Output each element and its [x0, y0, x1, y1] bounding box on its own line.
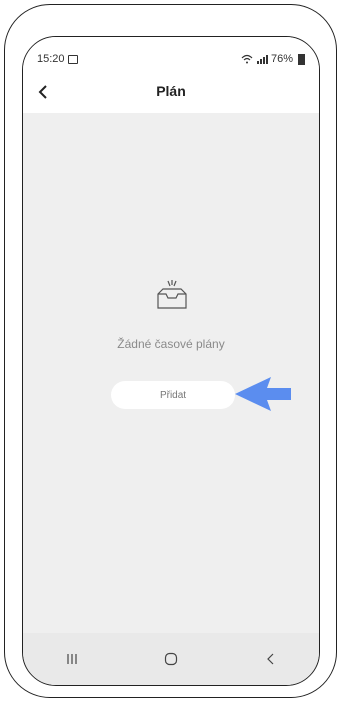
signal-icon [256, 55, 268, 64]
main-content: Žádné časové plány Přidat [23, 113, 319, 633]
empty-state-text: Žádné časové plány [117, 337, 225, 351]
inbox-icon [157, 280, 187, 309]
arrow-left-icon [235, 377, 291, 411]
phone-screen: 15:20 76% Plán Žádné časové plány Přidat [22, 36, 320, 686]
back-icon [266, 653, 274, 665]
home-button[interactable] [151, 639, 191, 679]
battery-icon [298, 53, 305, 65]
wifi-icon [241, 54, 253, 64]
system-back-button[interactable] [250, 639, 290, 679]
add-button[interactable]: Přidat [111, 381, 235, 409]
home-icon [164, 652, 178, 666]
page-title: Plán [156, 83, 186, 99]
status-bar: 15:20 76% [23, 53, 319, 71]
recent-apps-icon [67, 654, 77, 664]
recent-apps-button[interactable] [52, 639, 92, 679]
system-nav-bar [23, 633, 319, 685]
battery-percent: 76% [270, 53, 293, 65]
status-time: 15:20 [37, 53, 65, 65]
status-right: 76% [241, 53, 305, 65]
top-bar: 15:20 76% Plán [23, 37, 319, 113]
gallery-icon [68, 55, 78, 64]
app-navbar: Plán [23, 77, 319, 107]
